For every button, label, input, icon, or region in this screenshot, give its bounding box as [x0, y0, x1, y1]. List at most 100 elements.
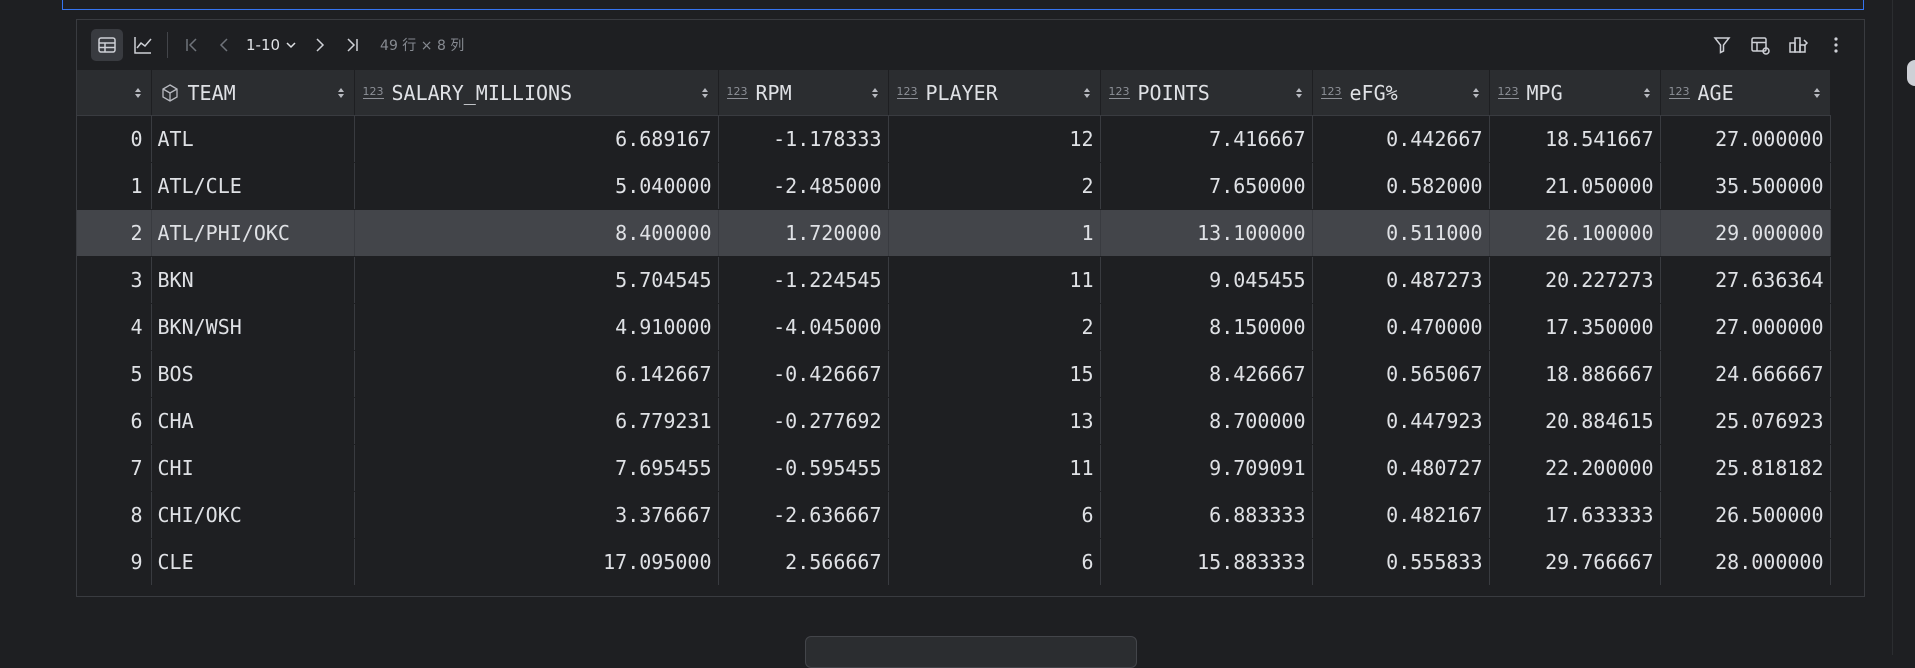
row-index-cell[interactable]: 5	[77, 350, 152, 398]
data-cell[interactable]: 22.200000	[1489, 444, 1661, 492]
data-cell[interactable]: 27.000000	[1660, 303, 1831, 351]
data-cell[interactable]: 0.480727	[1312, 444, 1490, 492]
data-cell[interactable]: 7.416667	[1100, 115, 1313, 163]
data-cell[interactable]: 11	[888, 256, 1101, 304]
row-index-cell[interactable]: 3	[77, 256, 152, 304]
row-index-cell[interactable]: 6	[77, 397, 152, 445]
data-cell[interactable]: 6	[888, 538, 1101, 586]
data-cell[interactable]: -1.224545	[718, 256, 889, 304]
data-cell[interactable]: 6.779231	[354, 397, 719, 445]
data-cell[interactable]: 8.426667	[1100, 350, 1313, 398]
data-cell[interactable]: 28.000000	[1660, 538, 1831, 586]
data-cell[interactable]: 0.470000	[1312, 303, 1490, 351]
data-cell[interactable]: -2.485000	[718, 162, 889, 210]
column-header-efg[interactable]: 123 eFG%	[1312, 70, 1490, 116]
table-row[interactable]: 7 CHI 7.695455 -0.595455 11 9.709091 0.480727 2…	[77, 444, 1831, 492]
row-index-cell[interactable]: 9	[77, 538, 152, 586]
data-cell[interactable]: 9.045455	[1100, 256, 1313, 304]
data-cell[interactable]: 21.050000	[1489, 162, 1661, 210]
column-header-salary-millions[interactable]: 123 SALARY_MILLIONS	[354, 70, 719, 116]
data-cell[interactable]: ATL/CLE	[151, 162, 355, 210]
data-cell[interactable]: CHI	[151, 444, 355, 492]
data-cell[interactable]: 26.500000	[1660, 491, 1831, 539]
data-cell[interactable]: 29.000000	[1660, 209, 1831, 257]
data-cell[interactable]: 18.886667	[1489, 350, 1661, 398]
data-cell[interactable]: 15.883333	[1100, 538, 1313, 586]
export-button[interactable]	[1782, 29, 1814, 61]
column-header-team[interactable]: TEAM	[151, 70, 355, 116]
data-cell[interactable]: -2.636667	[718, 491, 889, 539]
data-cell[interactable]: 15	[888, 350, 1101, 398]
data-cell[interactable]: -1.178333	[718, 115, 889, 163]
data-cell[interactable]: 8.700000	[1100, 397, 1313, 445]
data-cell[interactable]: 4.910000	[354, 303, 719, 351]
data-cell[interactable]: 27.636364	[1660, 256, 1831, 304]
data-cell[interactable]: 6.883333	[1100, 491, 1313, 539]
chart-view-button[interactable]	[127, 29, 159, 61]
data-cell[interactable]: 2	[888, 303, 1101, 351]
data-cell[interactable]: 7.650000	[1100, 162, 1313, 210]
row-index-cell[interactable]: 4	[77, 303, 152, 351]
page-range-selector[interactable]: 1-10	[246, 36, 298, 54]
data-cell[interactable]: 5.704545	[354, 256, 719, 304]
data-cell[interactable]: 6.142667	[354, 350, 719, 398]
table-row[interactable]: 0 ATL 6.689167 -1.178333 12 7.416667 0.442667 1…	[77, 115, 1831, 163]
column-header-rpm[interactable]: 123 RPM	[718, 70, 889, 116]
data-cell[interactable]: CLE	[151, 538, 355, 586]
data-cell[interactable]: 0.565067	[1312, 350, 1490, 398]
row-index-cell[interactable]: 7	[77, 444, 152, 492]
data-cell[interactable]: BKN	[151, 256, 355, 304]
data-cell[interactable]: 6.689167	[354, 115, 719, 163]
data-cell[interactable]: 13	[888, 397, 1101, 445]
data-cell[interactable]: ATL	[151, 115, 355, 163]
data-cell[interactable]: 35.500000	[1660, 162, 1831, 210]
data-cell[interactable]: 11	[888, 444, 1101, 492]
data-cell[interactable]: 17.350000	[1489, 303, 1661, 351]
row-index-cell[interactable]: 2	[77, 209, 152, 257]
data-cell[interactable]: 7.695455	[354, 444, 719, 492]
data-cell[interactable]: ATL/PHI/OKC	[151, 209, 355, 257]
data-cell[interactable]: 8.400000	[354, 209, 719, 257]
data-cell[interactable]: 0.442667	[1312, 115, 1490, 163]
data-cell[interactable]: CHA	[151, 397, 355, 445]
data-cell[interactable]: -0.426667	[718, 350, 889, 398]
data-cell[interactable]: 3.376667	[354, 491, 719, 539]
previous-page-button[interactable]	[208, 29, 240, 61]
data-cell[interactable]: 6	[888, 491, 1101, 539]
data-cell[interactable]: -0.277692	[718, 397, 889, 445]
table-row[interactable]: 5 BOS 6.142667 -0.426667 15 8.426667 0.565067 1…	[77, 350, 1831, 398]
data-cell[interactable]: 20.227273	[1489, 256, 1661, 304]
data-cell[interactable]: 26.100000	[1489, 209, 1661, 257]
table-row[interactable]: 8 CHI/OKC 3.376667 -2.636667 6 6.883333 0.4821…	[77, 491, 1831, 539]
data-cell[interactable]: 20.884615	[1489, 397, 1661, 445]
data-cell[interactable]: 27.000000	[1660, 115, 1831, 163]
column-header-mpg[interactable]: 123 MPG	[1489, 70, 1661, 116]
row-index-cell[interactable]: 0	[77, 115, 152, 163]
index-header[interactable]	[77, 70, 152, 116]
data-cell[interactable]: 0.482167	[1312, 491, 1490, 539]
more-options-button[interactable]	[1820, 29, 1852, 61]
first-page-button[interactable]	[176, 29, 208, 61]
data-cell[interactable]: 8.150000	[1100, 303, 1313, 351]
row-index-cell[interactable]: 8	[77, 491, 152, 539]
table-row[interactable]: 9 CLE 17.095000 2.566667 6 15.883333 0.555833 2…	[77, 538, 1831, 586]
column-settings-button[interactable]	[1744, 29, 1776, 61]
table-row[interactable]: 4 BKN/WSH 4.910000 -4.045000 2 8.150000 0.4700…	[77, 303, 1831, 351]
next-page-button[interactable]	[304, 29, 336, 61]
data-cell[interactable]: 25.076923	[1660, 397, 1831, 445]
table-view-button[interactable]	[91, 29, 123, 61]
column-header-points[interactable]: 123 POINTS	[1100, 70, 1313, 116]
data-cell[interactable]: 1	[888, 209, 1101, 257]
data-cell[interactable]: 0.511000	[1312, 209, 1490, 257]
filter-button[interactable]	[1706, 29, 1738, 61]
data-cell[interactable]: CHI/OKC	[151, 491, 355, 539]
bottom-status-widget[interactable]	[805, 636, 1137, 668]
data-cell[interactable]: 13.100000	[1100, 209, 1313, 257]
data-cell[interactable]: 5.040000	[354, 162, 719, 210]
data-cell[interactable]: 0.487273	[1312, 256, 1490, 304]
scroll-nub[interactable]	[1907, 60, 1915, 86]
data-cell[interactable]: 29.766667	[1489, 538, 1661, 586]
data-cell[interactable]: 17.095000	[354, 538, 719, 586]
data-cell[interactable]: BKN/WSH	[151, 303, 355, 351]
data-cell[interactable]: 24.666667	[1660, 350, 1831, 398]
